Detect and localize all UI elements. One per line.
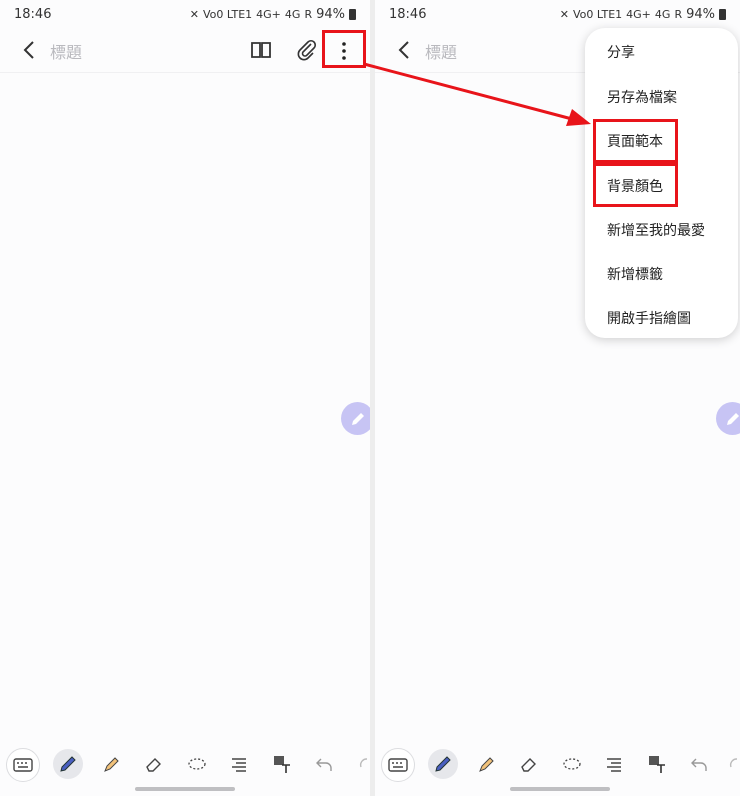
eraser-icon bbox=[521, 758, 536, 772]
back-icon[interactable] bbox=[395, 38, 415, 62]
keyboard-button[interactable] bbox=[6, 748, 40, 782]
eraser-icon bbox=[146, 758, 161, 772]
highlighter-icon bbox=[104, 757, 119, 772]
battery-percent: 94% bbox=[316, 7, 345, 22]
text-align-icon bbox=[607, 758, 621, 772]
battery-icon bbox=[719, 9, 726, 20]
title-input[interactable]: 標題 bbox=[425, 39, 457, 63]
text-align-icon bbox=[232, 758, 246, 772]
home-indicator[interactable] bbox=[510, 787, 610, 791]
undo-button[interactable] bbox=[685, 750, 713, 778]
menu-item-share[interactable]: 分享 bbox=[607, 42, 635, 62]
keyboard-icon bbox=[13, 758, 33, 772]
network-label: Vo0 LTE1 bbox=[572, 8, 623, 21]
pen-icon bbox=[60, 756, 76, 772]
app-bar: 標題 bbox=[0, 30, 370, 73]
highlight-box-page-template bbox=[593, 119, 678, 163]
bottom-toolbar bbox=[375, 744, 740, 784]
undo-icon bbox=[316, 758, 332, 771]
image-text-icon bbox=[649, 756, 665, 773]
pen-tool[interactable] bbox=[428, 749, 458, 779]
redo-icon bbox=[359, 758, 368, 768]
status-time: 18:46 bbox=[389, 7, 427, 22]
reading-mode-icon[interactable] bbox=[249, 38, 273, 62]
highlight-box-background-color bbox=[593, 163, 678, 207]
status-bar: 18:46 ✕ Vo0 LTE1 4G+ 4G R 94% bbox=[375, 0, 740, 30]
undo-icon bbox=[691, 758, 707, 771]
title-input[interactable]: 標題 bbox=[50, 39, 82, 63]
network-label: 4G+ bbox=[626, 8, 651, 21]
image-text-icon bbox=[274, 756, 290, 773]
pen-icon bbox=[435, 756, 451, 772]
menu-item-add-tag[interactable]: 新增標籤 bbox=[607, 264, 663, 284]
lasso-tool[interactable] bbox=[558, 750, 586, 778]
text-align-tool[interactable] bbox=[225, 750, 253, 778]
highlighter-tool[interactable] bbox=[98, 750, 126, 778]
more-options-button[interactable] bbox=[322, 30, 366, 68]
mute-icon: ✕ bbox=[559, 8, 569, 21]
lasso-tool[interactable] bbox=[183, 750, 211, 778]
status-bar: 18:46 ✕ Vo0 LTE1 4G+ 4G R 94% bbox=[0, 0, 370, 30]
redo-icon bbox=[729, 758, 738, 768]
status-icons: ✕ Vo0 LTE1 4G+ 4G R 94% bbox=[560, 7, 726, 22]
highlighter-icon bbox=[479, 757, 494, 772]
battery-icon bbox=[349, 9, 356, 20]
network-label: 4G+ bbox=[256, 8, 281, 21]
menu-item-save-as-file[interactable]: 另存為檔案 bbox=[607, 87, 677, 107]
redo-button[interactable] bbox=[350, 750, 370, 778]
drawing-mode-fab[interactable] bbox=[341, 402, 370, 435]
status-time: 18:46 bbox=[14, 7, 52, 22]
undo-button[interactable] bbox=[310, 750, 338, 778]
battery-percent: 94% bbox=[686, 7, 715, 22]
menu-item-finger-drawing[interactable]: 開啟手指繪圖 bbox=[607, 308, 691, 328]
redo-button[interactable] bbox=[720, 750, 740, 778]
keyboard-icon bbox=[388, 758, 408, 772]
home-indicator[interactable] bbox=[135, 787, 235, 791]
status-icons: ✕ Vo0 LTE1 4G+ 4G R 94% bbox=[190, 7, 356, 22]
pen-tool[interactable] bbox=[53, 749, 83, 779]
more-vertical-icon bbox=[342, 42, 346, 60]
keyboard-button[interactable] bbox=[381, 748, 415, 782]
note-editor-screen-left: 18:46 ✕ Vo0 LTE1 4G+ 4G R 94% 標題 bbox=[0, 0, 370, 796]
menu-item-add-to-favorites[interactable]: 新增至我的最愛 bbox=[607, 220, 705, 240]
network-label: R bbox=[674, 8, 683, 21]
lasso-icon bbox=[563, 758, 581, 770]
network-label: 4G bbox=[654, 8, 671, 21]
mute-icon: ✕ bbox=[189, 8, 199, 21]
image-text-tool[interactable] bbox=[268, 750, 296, 778]
eraser-tool[interactable] bbox=[140, 750, 168, 778]
drawing-mode-fab[interactable] bbox=[716, 402, 740, 435]
network-label: 4G bbox=[284, 8, 301, 21]
lasso-icon bbox=[188, 758, 206, 770]
network-label: R bbox=[304, 8, 313, 21]
pen-icon bbox=[352, 413, 364, 425]
attach-icon[interactable] bbox=[295, 38, 319, 62]
eraser-tool[interactable] bbox=[515, 750, 543, 778]
pen-icon bbox=[727, 413, 739, 425]
image-text-tool[interactable] bbox=[643, 750, 671, 778]
network-label: Vo0 LTE1 bbox=[202, 8, 253, 21]
text-align-tool[interactable] bbox=[600, 750, 628, 778]
bottom-toolbar bbox=[0, 744, 370, 784]
highlighter-tool[interactable] bbox=[473, 750, 501, 778]
back-icon[interactable] bbox=[20, 38, 40, 62]
